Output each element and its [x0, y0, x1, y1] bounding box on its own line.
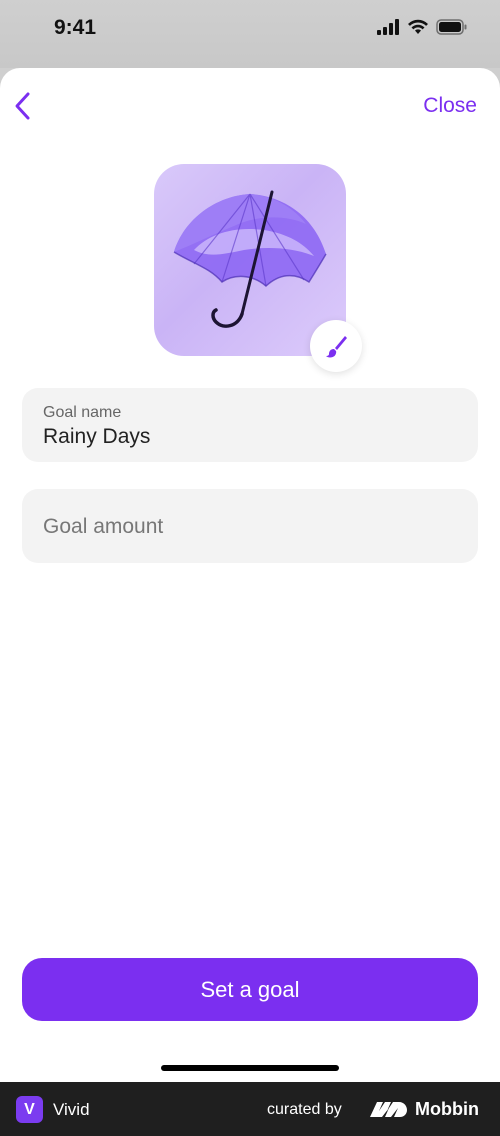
status-time: 9:41 [54, 16, 97, 39]
close-button[interactable]: Close [423, 94, 477, 118]
set-goal-button[interactable]: Set a goal [22, 958, 478, 1021]
goal-name-field[interactable]: Goal name Rainy Days [22, 388, 478, 462]
edit-image-button[interactable] [310, 320, 362, 372]
back-button[interactable] [8, 88, 38, 124]
mobbin-logo-icon [370, 1102, 407, 1117]
mobbin-brand: Mobbin [415, 1099, 479, 1119]
goal-sheet: Close Goal name Rainy Days Goal amount S… [0, 68, 500, 1082]
paintbrush-icon [326, 336, 347, 358]
screen: 9:41 Close Goal name Rainy Days Goal amo… [0, 0, 500, 1136]
curated-by-label: curated by [267, 1101, 342, 1118]
goal-amount-field[interactable]: Goal amount [22, 489, 478, 563]
goal-name-value[interactable]: Rainy Days [43, 425, 150, 449]
vivid-logo: V [16, 1096, 43, 1123]
goal-amount-placeholder[interactable]: Goal amount [43, 515, 163, 539]
app-name: Vivid [53, 1100, 90, 1119]
status-icons [376, 19, 468, 35]
wifi-icon [408, 19, 428, 34]
home-indicator [161, 1065, 339, 1071]
chevron-left-icon [15, 92, 30, 120]
signal-icon [377, 19, 399, 35]
goal-name-label: Goal name [43, 404, 122, 421]
mobbin-footer: V Vivid curated by Mobbin [0, 1082, 500, 1136]
status-bar: 9:41 [0, 0, 500, 68]
battery-icon [436, 19, 467, 35]
